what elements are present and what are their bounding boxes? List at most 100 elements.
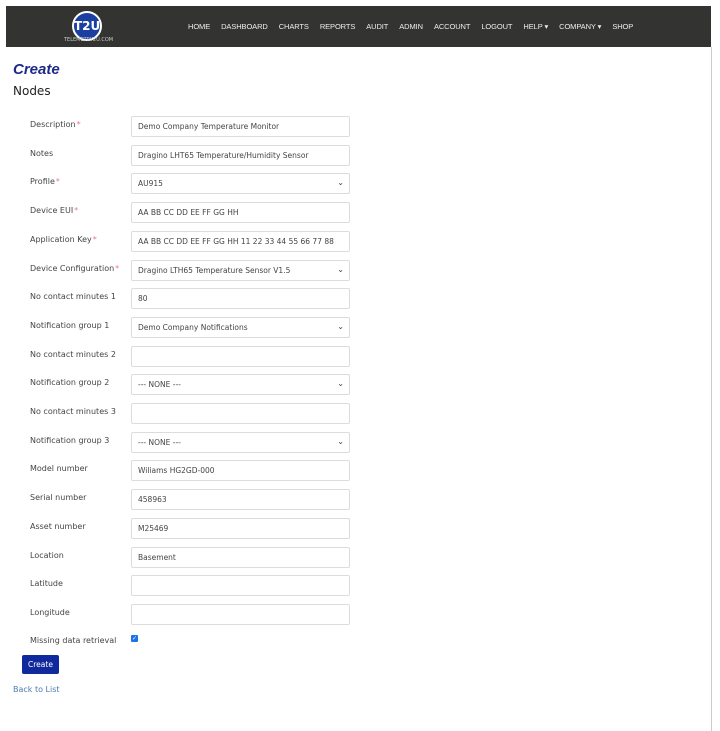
label-text: Serial number xyxy=(30,493,87,503)
missing-data-label: Missing data retrieval xyxy=(30,636,117,645)
no-contact-minutes-3-input[interactable] xyxy=(131,403,350,424)
field-value: Demo Company Temperature Monitor xyxy=(138,122,280,131)
logo[interactable]: T2U TELEMETRY2U.COM xyxy=(64,9,114,47)
nav-item-shop[interactable]: SHOP xyxy=(612,22,633,31)
chevron-down-icon: ⌄ xyxy=(337,264,344,274)
field-value: --- NONE --- xyxy=(138,437,181,447)
no-contact-minutes-3-label: No contact minutes 3 xyxy=(30,407,116,416)
required-marker: * xyxy=(92,234,97,244)
nav-item-audit[interactable]: AUDIT xyxy=(366,22,388,31)
chevron-down-icon: ⌄ xyxy=(337,178,344,188)
notes-label: Notes xyxy=(30,149,53,158)
form-row-no-contact-minutes-2: No contact minutes 2 xyxy=(0,345,360,367)
label-text: Latitude xyxy=(30,579,63,589)
required-marker: * xyxy=(55,177,60,187)
no-contact-minutes-1-label: No contact minutes 1 xyxy=(30,292,116,301)
chevron-down-icon: ⌄ xyxy=(337,436,344,446)
field-value: Dragino LTH65 Temperature Sensor V1.5 xyxy=(138,265,291,275)
device-configuration-select[interactable]: Dragino LTH65 Temperature Sensor V1.5 ⌄ xyxy=(131,259,350,281)
device-configuration-label: Device Configuration* xyxy=(30,264,119,273)
application-key-input[interactable]: AA BB CC DD EE FF GG HH 11 22 33 44 55 6… xyxy=(131,230,350,252)
label-text: Device Configuration xyxy=(30,263,115,273)
nav-item-dashboard[interactable]: DASHBOARD xyxy=(221,22,268,31)
missing-data-row: Missing data retrieval xyxy=(0,632,360,653)
description-input[interactable]: Demo Company Temperature Monitor xyxy=(131,116,350,137)
form-row-notification-group-1: Notification group 1 Demo Company Notific… xyxy=(0,316,360,338)
notification-group-1-select[interactable]: Demo Company Notifications ⌄ xyxy=(131,316,350,338)
page-title: Create xyxy=(13,61,60,78)
required-marker: * xyxy=(76,120,81,129)
nav-item-home[interactable]: HOME xyxy=(188,22,210,31)
field-value: AA BB CC DD EE FF GG HH xyxy=(138,208,239,218)
required-marker: * xyxy=(115,263,120,273)
form-row-device-eui: Device EUI* AA BB CC DD EE FF GG HH xyxy=(0,202,360,224)
form-row-longitude: Longitude xyxy=(0,603,360,625)
notification-group-2-label: Notification group 2 xyxy=(30,378,109,387)
missing-data-checkbox[interactable]: ✓ xyxy=(131,635,138,642)
notification-group-2-select[interactable]: --- NONE --- ⌄ xyxy=(131,374,350,396)
field-value: Wiliams HG2GD-000 xyxy=(138,466,215,476)
description-label: Description* xyxy=(30,120,81,129)
location-input[interactable]: Basement xyxy=(131,546,350,568)
form-row-profile: Profile* AU915 ⌄ xyxy=(0,173,360,195)
chevron-down-icon: ⌄ xyxy=(337,321,344,331)
notification-group-3-label: Notification group 3 xyxy=(30,436,109,445)
nav-item-logout[interactable]: LOGOUT xyxy=(481,22,512,31)
no-contact-minutes-2-label: No contact minutes 2 xyxy=(30,350,116,359)
form-row-model-number: Model number Wiliams HG2GD-000 xyxy=(0,460,360,482)
model-number-input[interactable]: Wiliams HG2GD-000 xyxy=(131,460,350,482)
no-contact-minutes-2-input[interactable] xyxy=(131,345,350,367)
form-row-no-contact-minutes-1: No contact minutes 1 80 xyxy=(0,288,360,310)
field-value: AA BB CC DD EE FF GG HH 11 22 33 44 55 6… xyxy=(138,236,334,246)
nav-item-admin[interactable]: ADMIN xyxy=(399,22,423,31)
nav-menu: HOME DASHBOARD CHARTS REPORTS AUDIT ADMIN ACCO… xyxy=(188,6,644,47)
label-text: Notification group 1 xyxy=(30,320,110,330)
nav-item-reports[interactable]: REPORTS xyxy=(320,22,356,31)
latitude-input[interactable] xyxy=(131,575,350,597)
nav-item-help[interactable]: HELP ▾ xyxy=(523,22,548,31)
field-value: --- NONE --- xyxy=(138,380,181,390)
field-value: AU915 xyxy=(138,179,163,189)
asset-number-input[interactable]: M25469 xyxy=(131,517,350,539)
label-text: Profile xyxy=(30,177,55,187)
notification-group-3-select[interactable]: --- NONE --- ⌄ xyxy=(131,431,350,453)
nav-item-company[interactable]: COMPANY ▾ xyxy=(559,22,601,31)
top-navbar: T2U TELEMETRY2U.COM HOME DASHBOARD CHARTS R… xyxy=(6,6,711,47)
longitude-input[interactable] xyxy=(131,603,350,625)
label-text: Description xyxy=(30,120,76,129)
profile-label: Profile* xyxy=(30,177,60,186)
label-text: Notification group 2 xyxy=(30,378,110,388)
label-text: No contact minutes 3 xyxy=(30,407,116,416)
application-key-label: Application Key* xyxy=(30,235,97,244)
label-text: Asset number xyxy=(30,521,86,531)
serial-number-label: Serial number xyxy=(30,493,86,502)
device-eui-input[interactable]: AA BB CC DD EE FF GG HH xyxy=(131,202,350,224)
nav-item-account[interactable]: ACCOUNT xyxy=(434,22,470,31)
label-text: Notification group 3 xyxy=(30,435,110,445)
form-row-device-configuration: Device Configuration* Dragino LTH65 Tempe… xyxy=(0,259,360,281)
latitude-label: Latitude xyxy=(30,579,63,588)
required-marker: * xyxy=(74,206,79,216)
label-text: Model number xyxy=(30,464,88,474)
create-button[interactable]: Create xyxy=(22,655,59,674)
profile-select[interactable]: AU915 ⌄ xyxy=(131,173,350,195)
back-to-list-link[interactable]: Back to List xyxy=(13,685,60,694)
page-border xyxy=(711,47,712,731)
form-row-asset-number: Asset number M25469 xyxy=(0,517,360,539)
model-number-label: Model number xyxy=(30,464,88,473)
notes-input[interactable]: Dragino LHT65 Temperature/Humidity Senso… xyxy=(131,144,350,166)
field-value: Dragino LHT65 Temperature/Humidity Senso… xyxy=(138,150,309,160)
no-contact-minutes-1-input[interactable]: 80 xyxy=(131,288,350,310)
form-row-application-key: Application Key* AA BB CC DD EE FF GG HH … xyxy=(0,230,360,252)
nav-item-charts[interactable]: CHARTS xyxy=(279,22,309,31)
field-value: M25469 xyxy=(138,523,169,533)
field-value: Basement xyxy=(138,552,176,562)
logo-subtext: TELEMETRY2U.COM xyxy=(64,37,114,43)
serial-number-input[interactable]: 458963 xyxy=(131,489,350,511)
location-label: Location xyxy=(30,551,64,560)
form-row-notes: Notes Dragino LHT65 Temperature/Humidity … xyxy=(0,144,360,166)
form-row-latitude: Latitude xyxy=(0,575,360,597)
label-text: Application Key xyxy=(30,234,92,244)
field-value: 80 xyxy=(138,294,148,304)
page-subtitle: Nodes xyxy=(13,84,51,98)
